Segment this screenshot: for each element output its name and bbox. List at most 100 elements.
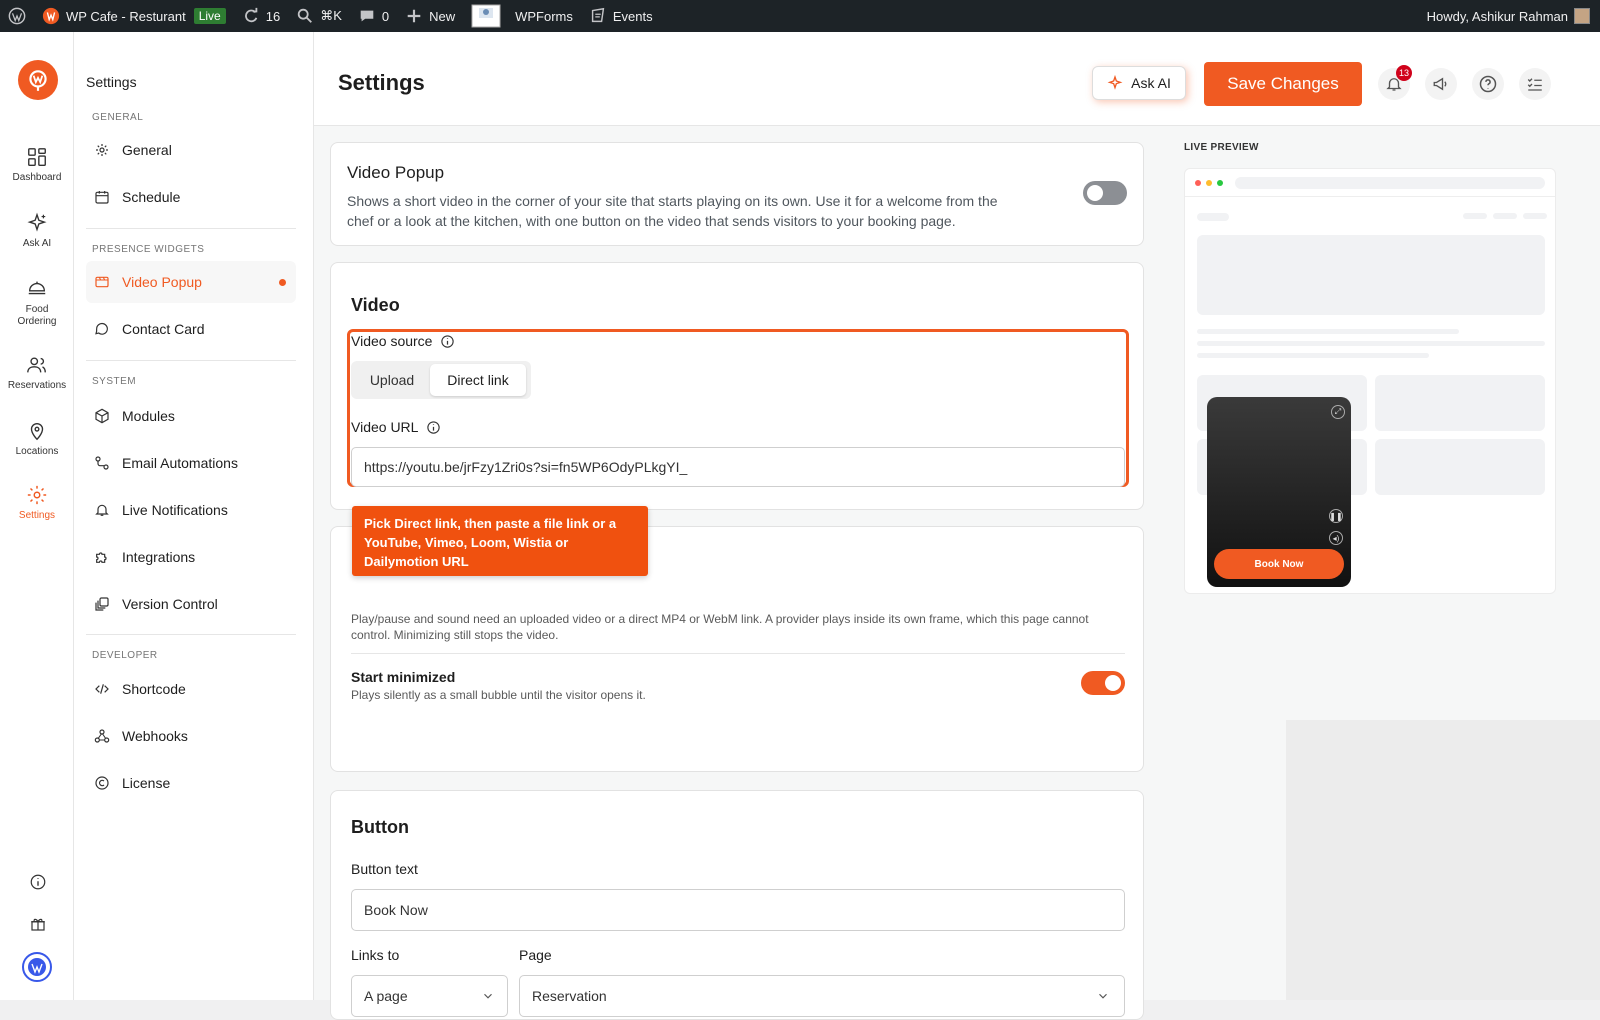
video-popup-toggle[interactable] (1083, 181, 1127, 205)
events-link[interactable]: Events (581, 0, 661, 32)
calendar-icon (95, 191, 109, 204)
rail-label: Dashboard (12, 172, 62, 183)
updates-link[interactable]: 16 (234, 0, 288, 32)
active-dot (279, 279, 286, 286)
wpforms-link[interactable]: WPForms (463, 0, 581, 32)
sidebar-item-label: Modules (122, 408, 175, 424)
save-changes-button[interactable]: Save Changes (1204, 62, 1362, 106)
label-text: Video source (351, 333, 433, 349)
info-icon (30, 874, 46, 890)
video-source-segmented: Upload Direct link (351, 361, 531, 399)
sidebar-item-webhooks[interactable]: Webhooks (86, 715, 296, 757)
layers-icon (95, 597, 109, 611)
sparkle-icon (1107, 75, 1123, 90)
sidebar-item-integrations[interactable]: Integrations (86, 536, 296, 578)
sidebar-item-video-popup[interactable]: Video Popup (86, 261, 296, 303)
skeleton (1197, 353, 1429, 358)
rail-item-settings[interactable]: Settings (4, 476, 70, 530)
ask-ai-label: Ask AI (1131, 75, 1171, 91)
rail-item-locations[interactable]: Locations (4, 412, 70, 466)
sidebar-item-label: Version Control (122, 596, 218, 612)
source-upload-option[interactable]: Upload (354, 364, 430, 396)
skeleton-card (1375, 439, 1545, 495)
checklist-icon (1527, 78, 1542, 91)
chevron-down-icon (1099, 993, 1107, 999)
card-description: Shows a short video in the corner of you… (347, 191, 1067, 231)
rail-label: Settings (18, 510, 56, 521)
wpcafe-logo[interactable] (18, 60, 58, 100)
video-popup-preview[interactable]: ⤢ ❚❚ ◂) Book Now (1207, 397, 1351, 587)
announcements-button[interactable] (1425, 68, 1457, 100)
preview-book-now-button[interactable]: Book Now (1214, 549, 1344, 579)
skeleton (1197, 341, 1545, 346)
video-popup-card: Video Popup Shows a short video in the c… (330, 142, 1144, 246)
gift-button[interactable] (26, 912, 50, 936)
page-header: Settings Ask AI Save Changes 13 (314, 32, 1600, 126)
sidebar-item-label: Live Notifications (122, 502, 228, 518)
start-minimized-label: Start minimized (351, 669, 456, 685)
notifications-button[interactable]: 13 (1378, 65, 1412, 100)
expand-icon[interactable]: ⤢ (1331, 405, 1345, 419)
dashboard-icon (28, 148, 46, 166)
new-content-link[interactable]: New (397, 0, 463, 32)
sidebar-item-email-automations[interactable]: Email Automations (86, 442, 296, 484)
wordpress-button[interactable] (22, 952, 52, 982)
wordpress-icon (8, 7, 26, 25)
wpforms-label: WPForms (515, 8, 573, 24)
sidebar-item-version-control[interactable]: Version Control (86, 583, 296, 625)
rail-item-dashboard[interactable]: Dashboard (4, 138, 70, 192)
rail-label: Food Ordering (17, 304, 57, 327)
source-direct-link-option[interactable]: Direct link (430, 364, 526, 396)
comments-link[interactable]: 0 (350, 0, 397, 32)
sidebar-item-shortcode[interactable]: Shortcode (86, 668, 296, 710)
help-button[interactable] (1472, 68, 1504, 100)
info-icon[interactable] (426, 420, 441, 435)
skeleton (1197, 329, 1459, 334)
page-select[interactable]: Reservation (519, 975, 1125, 1017)
site-name-link[interactable]: WP Cafe - Resturant Live (34, 0, 234, 32)
cube-icon (95, 408, 109, 424)
section-developer: DEVELOPER (92, 650, 158, 661)
rail-label: Locations (15, 446, 59, 457)
sidebar-item-label: Contact Card (122, 321, 205, 337)
sidebar-item-live-notifications[interactable]: Live Notifications (86, 489, 296, 531)
rail-item-food-ordering[interactable]: Food Ordering (4, 270, 70, 336)
search-shortcut[interactable]: ⌘K (288, 0, 350, 32)
sidebar-item-license[interactable]: License (86, 762, 296, 804)
skeleton (1493, 213, 1517, 219)
my-account[interactable]: Howdy, Ashikur Rahman (1419, 0, 1600, 32)
search-shortcut-label: ⌘K (320, 8, 342, 23)
monitor-icon (471, 4, 501, 28)
divider (86, 228, 296, 229)
sparkle-icon (27, 212, 47, 232)
comments-count: 0 (381, 8, 390, 24)
gift-icon (31, 918, 45, 931)
new-label: New (429, 8, 456, 24)
ask-ai-button[interactable]: Ask AI (1092, 66, 1186, 100)
address-bar (1235, 177, 1545, 189)
megaphone-icon (1433, 77, 1447, 91)
button-text-input[interactable]: Book Now (351, 889, 1125, 931)
gear-icon (96, 144, 108, 156)
start-minimized-toggle[interactable] (1081, 671, 1125, 695)
checklist-button[interactable] (1519, 68, 1551, 100)
sound-icon[interactable]: ◂) (1329, 531, 1343, 545)
greeting: Howdy, Ashikur Rahman (1426, 8, 1568, 24)
wordpress-logo[interactable] (0, 0, 34, 32)
info-button[interactable] (26, 870, 50, 894)
location-icon (30, 423, 44, 441)
sidebar-item-modules[interactable]: Modules (86, 395, 296, 437)
sidebar-item-contact-card[interactable]: Contact Card (86, 308, 296, 350)
sidebar-item-label: Webhooks (122, 728, 188, 744)
rail-item-reservations[interactable]: Reservations (4, 346, 70, 400)
sidebar-item-general[interactable]: General (86, 129, 296, 171)
links-to-select[interactable]: A page (351, 975, 508, 1017)
sidebar-item-schedule[interactable]: Schedule (86, 176, 296, 218)
info-icon[interactable] (440, 334, 455, 349)
video-url-input[interactable]: https://youtu.be/jrFzy1Zri0s?si=fn5WP6Od… (351, 447, 1125, 487)
site-name: WP Cafe - Resturant (66, 8, 186, 24)
pause-icon[interactable]: ❚❚ (1329, 509, 1343, 523)
rail-item-ask-ai[interactable]: Ask AI (4, 204, 70, 258)
live-preview-label: LIVE PREVIEW (1184, 142, 1259, 153)
sidebar-item-label: License (122, 775, 171, 791)
